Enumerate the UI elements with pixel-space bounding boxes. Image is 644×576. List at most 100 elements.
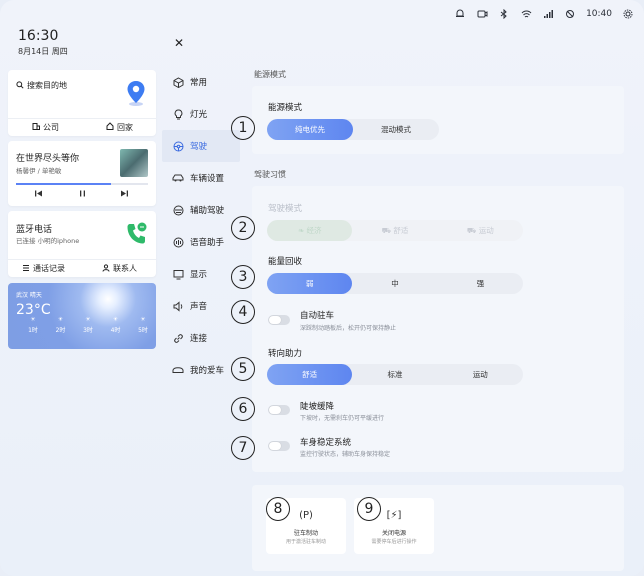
bluetooth-icon: [498, 8, 510, 20]
menu-item-voice-assistant[interactable]: 语音助手: [162, 226, 240, 258]
menu-item-driving[interactable]: 驾驶: [162, 130, 240, 162]
menu-item-label: 声音: [190, 302, 208, 312]
menu-item-vehicle-settings[interactable]: 车辆设置: [162, 162, 240, 194]
annotation-marker-6: 6: [231, 397, 255, 421]
regen-selector: 弱 中 强: [267, 273, 523, 294]
energy-option-ev-priority[interactable]: 纯电优先: [267, 119, 353, 140]
person-icon: [102, 263, 110, 274]
drive-mode-economy[interactable]: ❧ 经济: [267, 220, 353, 241]
drive-mode-comfort[interactable]: ⛟ 舒适: [352, 220, 437, 241]
wifi-icon: [520, 8, 532, 20]
song-title: 在世界尽头等你: [16, 154, 80, 164]
drive-mode-economy-label: 经济: [306, 226, 322, 235]
close-icon[interactable]: ✕: [171, 35, 187, 51]
building-icon: [32, 122, 40, 132]
phone-connected-device: 已连接 小明的iphone: [16, 237, 80, 245]
settings-menu: 常用 灯光 驾驶 车辆设置 辅助驾驶 语音助手 显示 声音 连接 我的爱车: [162, 66, 240, 386]
music-progress[interactable]: [16, 183, 148, 185]
speaker-icon: [172, 300, 184, 312]
drive-mode-sport[interactable]: ⛟ 运动: [438, 220, 523, 241]
pause-icon[interactable]: [78, 189, 87, 201]
drive-mode-selector: ❧ 经济 ⛟ 舒适 ⛟ 运动: [267, 220, 523, 241]
hill-descent-toggle[interactable]: [268, 405, 290, 415]
phone-call-icon[interactable]: [124, 221, 148, 247]
parking-brake-desc: 用于激活驻车制动: [285, 539, 326, 545]
search-destination[interactable]: 搜索目的地: [16, 80, 67, 91]
search-icon: [16, 80, 24, 91]
steering-assist-label: 转向助力: [268, 349, 303, 359]
contacts-button[interactable]: 联系人: [102, 263, 137, 274]
sun-icon: ☀: [112, 316, 119, 323]
menu-item-sound[interactable]: 声音: [162, 290, 240, 322]
energy-mode-label: 能源模式: [268, 103, 303, 113]
sun-icon: ☀: [30, 316, 36, 323]
bulb-icon: [172, 108, 184, 120]
weather-hourly: ☀ 1时 ☀ 2时 ☀ 3时 ☀ 4时 ☀ 5时: [22, 316, 154, 334]
energy-option-hybrid[interactable]: 混动模式: [353, 119, 439, 140]
menu-item-display[interactable]: 显示: [162, 258, 240, 290]
regen-option-weak[interactable]: 弱: [267, 273, 353, 294]
menu-item-lights[interactable]: 灯光: [162, 98, 240, 130]
esc-toggle[interactable]: [268, 441, 290, 451]
clock-date: 8月14日 周四: [18, 47, 68, 56]
menu-item-label: 灯光: [190, 110, 208, 120]
bluetooth-phone-card: 蓝牙电话 已连接 小明的iphone 通话记录 联系人: [8, 211, 156, 277]
home-icon: [106, 122, 114, 132]
company-label: 公司: [43, 122, 59, 132]
menu-item-driver-assist[interactable]: 辅助驾驶: [162, 194, 240, 226]
weather-hour: ☀ 2时: [50, 316, 72, 334]
auto-hold-title: 自动驻车: [300, 311, 335, 321]
regen-option-strong[interactable]: 强: [438, 273, 523, 294]
power-off-desc: 需要停车后进行操作: [371, 539, 417, 545]
home-button[interactable]: 回家: [106, 121, 133, 133]
screen: 10:40 16:30 8月14日 周四 搜索目的地 公司 回家 在世界尽头等你…: [0, 0, 644, 576]
hour-label: 5时: [138, 327, 148, 334]
steering-option-comfort[interactable]: 舒适: [267, 364, 353, 385]
next-icon[interactable]: [120, 189, 129, 201]
settings-gear-icon[interactable]: [622, 8, 634, 20]
company-button[interactable]: 公司: [32, 121, 59, 133]
drive-mode-label: 驾驶模式: [268, 204, 303, 214]
annotation-marker-2: 2: [231, 216, 255, 240]
drive-mode-comfort-label: 舒适: [393, 226, 409, 235]
hour-label: 3时: [83, 327, 93, 334]
hour-label: 2时: [55, 327, 66, 334]
steering-icon: [172, 140, 184, 152]
menu-item-connect[interactable]: 连接: [162, 322, 240, 354]
esc-desc: 监控行驶状态，辅助车身保持稳定: [300, 451, 391, 458]
sun-icon: ☀: [85, 316, 91, 323]
hill-descent-title: 陡坡缓降: [300, 402, 335, 412]
menu-item-my-car[interactable]: 我的爱车: [162, 354, 240, 386]
weather-card[interactable]: 武汉 晴天 23°C ☀ 1时 ☀ 2时 ☀ 3时 ☀ 4时 ☀ 5时: [8, 283, 156, 349]
phone-title: 蓝牙电话: [16, 225, 53, 235]
weather-hour: ☀ 3时: [77, 316, 99, 334]
call-log-label: 通话记录: [33, 264, 65, 273]
weather-hour: ☀ 1时: [22, 316, 44, 334]
hour-label: 4时: [110, 327, 121, 334]
steering-option-standard[interactable]: 标准: [352, 364, 437, 385]
sun-icon: ☀: [57, 316, 64, 323]
steering-assist-selector: 舒适 标准 运动: [267, 364, 523, 385]
clock: 16:30 8月14日 周四: [18, 28, 68, 57]
list-icon: [22, 264, 30, 274]
weather-location: 武汉 晴天: [16, 292, 42, 299]
habit-section-label: 驾驶习惯: [254, 170, 286, 179]
regen-option-medium[interactable]: 中: [352, 273, 437, 294]
steering-option-sport[interactable]: 运动: [438, 364, 523, 385]
previous-icon[interactable]: [34, 189, 43, 201]
comfort-car-icon: ⛟: [381, 226, 392, 235]
album-cover[interactable]: [120, 149, 148, 177]
call-log-button[interactable]: 通话记录: [22, 263, 65, 274]
menu-item-common[interactable]: 常用: [162, 66, 240, 98]
weather-hour: ☀ 5时: [132, 316, 154, 334]
menu-item-label: 我的爱车: [190, 366, 225, 376]
voice-icon: [172, 236, 184, 248]
weather-hour: ☀ 4时: [105, 316, 127, 334]
cube-icon: [172, 76, 184, 88]
auto-hold-toggle[interactable]: [268, 315, 290, 325]
esc-title: 车身稳定系统: [300, 438, 352, 448]
navigation-card: 搜索目的地 公司 回家: [8, 70, 156, 136]
sport-car-icon: ⛟: [466, 226, 477, 235]
status-time: 10:40: [586, 9, 612, 19]
menu-item-label: 车辆设置: [190, 174, 225, 184]
